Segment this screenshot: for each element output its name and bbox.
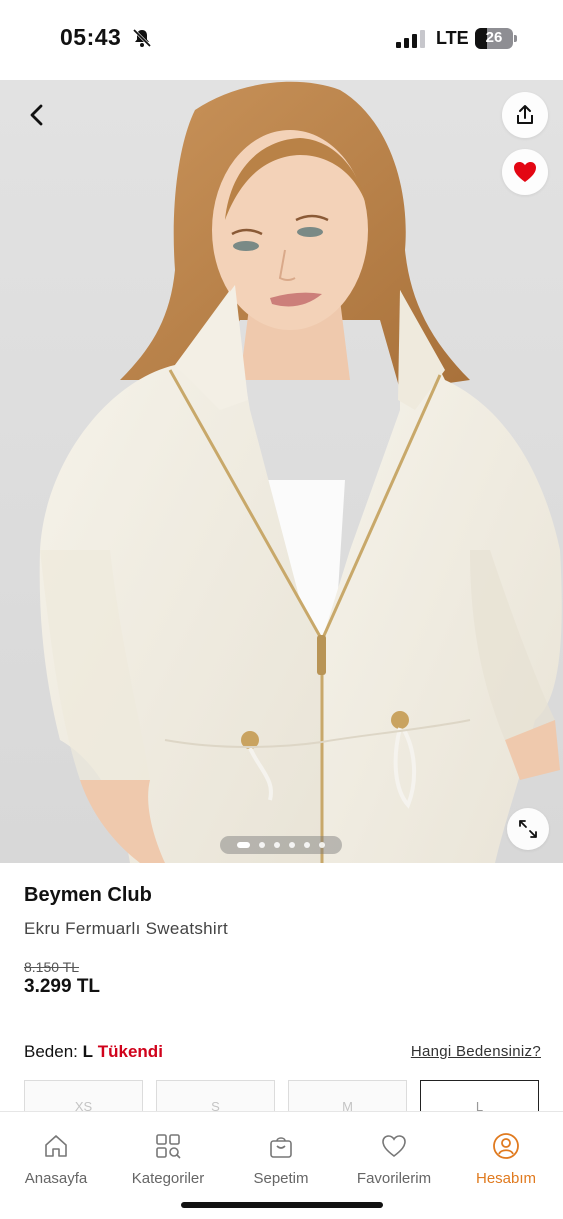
product-image-gallery[interactable] <box>0 80 563 863</box>
favorite-button[interactable] <box>502 149 548 195</box>
share-icon <box>517 105 533 124</box>
size-selection-label: Beden: L Tükendi <box>24 1042 163 1062</box>
network-type: LTE <box>436 28 469 48</box>
categories-icon <box>156 1134 181 1159</box>
product-photo <box>0 80 563 863</box>
nav-label: Favorilerim <box>356 1170 432 1187</box>
size-label: Beden: <box>24 1042 78 1061</box>
pagination-dot[interactable] <box>259 842 265 848</box>
nav-item-account[interactable]: Hesabım <box>456 1132 556 1187</box>
gallery-pagination[interactable] <box>220 836 342 854</box>
pagination-dot[interactable] <box>319 842 325 848</box>
battery-level: 26 <box>485 29 503 46</box>
expand-icon <box>519 820 537 838</box>
expand-button[interactable] <box>507 808 549 850</box>
chevron-left-icon[interactable] <box>22 100 52 130</box>
status-time: 05:43 <box>60 24 122 50</box>
heart-filled-icon <box>514 162 536 182</box>
nav-label: Hesabım <box>475 1170 537 1187</box>
pagination-dot[interactable] <box>274 842 280 848</box>
home-indicator[interactable] <box>181 1202 383 1208</box>
share-button[interactable] <box>502 92 548 138</box>
nav-item-favorites[interactable]: Favorilerim <box>344 1132 444 1187</box>
pagination-dot-active[interactable] <box>237 842 250 848</box>
nav-label: Anasayfa <box>24 1170 88 1187</box>
status-bar: 05:43 LTE 26 <box>0 0 563 80</box>
current-price: 3.299 TL <box>24 976 101 997</box>
stock-status: Tükendi <box>97 1042 163 1061</box>
old-price: 8.150 TL <box>24 959 80 975</box>
home-icon <box>45 1135 67 1157</box>
product-name: Ekru Fermuarlı Sweatshirt <box>24 919 228 938</box>
selected-size: L <box>82 1042 94 1061</box>
pagination-dot[interactable] <box>289 842 295 848</box>
product-brand[interactable]: Beymen Club <box>24 884 152 907</box>
battery-icon: 26 <box>475 28 517 49</box>
nav-label: Sepetim <box>253 1170 309 1187</box>
signal-bars-icon <box>396 30 425 48</box>
nav-item-cart[interactable]: Sepetim <box>231 1132 331 1187</box>
shopping-bag-icon <box>270 1137 292 1158</box>
account-icon <box>493 1133 519 1159</box>
heart-outline-icon <box>382 1135 406 1158</box>
nav-item-categories[interactable]: Kategoriler <box>118 1132 218 1187</box>
pagination-dot[interactable] <box>304 842 310 848</box>
size-guide-link[interactable]: Hangi Bedensiniz? <box>411 1043 541 1060</box>
nav-label: Kategoriler <box>131 1170 205 1187</box>
nav-item-home[interactable]: Anasayfa <box>6 1132 106 1187</box>
bell-slash-icon <box>132 28 152 48</box>
